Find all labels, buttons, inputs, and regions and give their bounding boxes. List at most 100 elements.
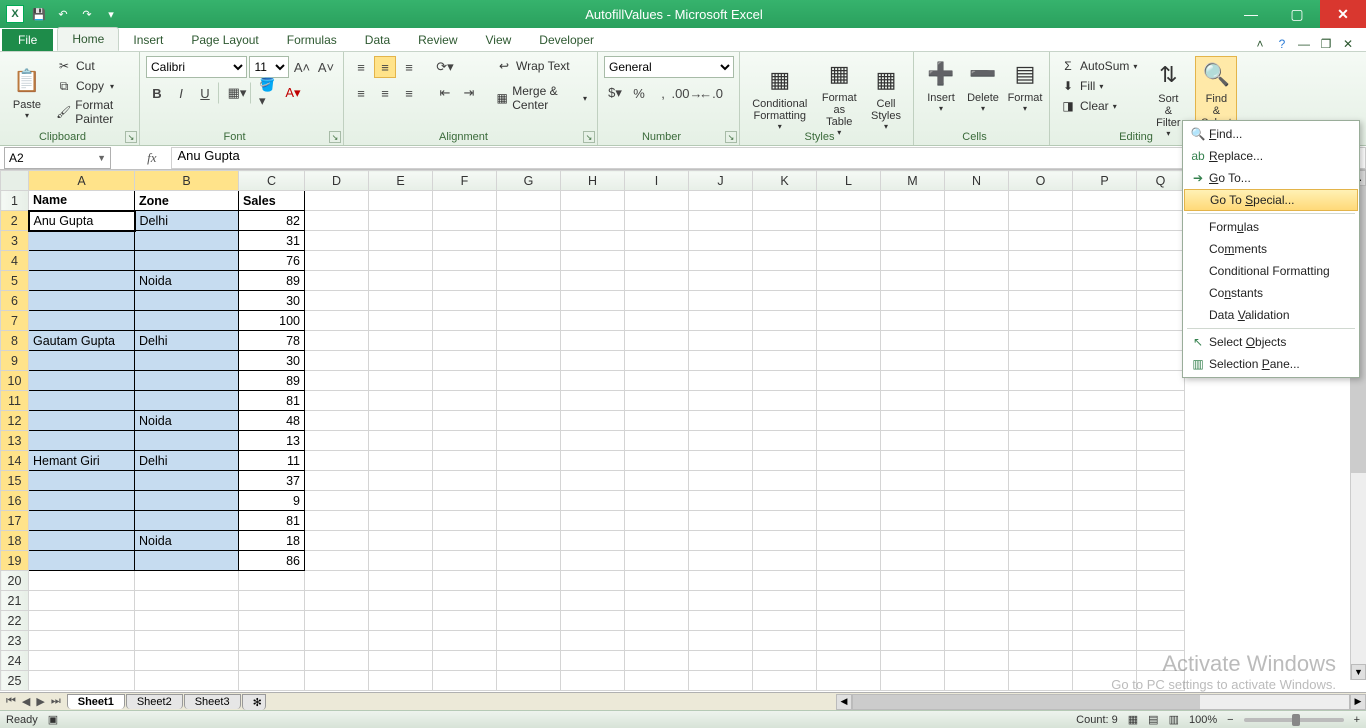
col-header-J[interactable]: J (689, 171, 753, 191)
cell-B10[interactable] (135, 371, 239, 391)
cell-A25[interactable] (29, 671, 135, 691)
insert-cells-button[interactable]: ➕Insert▾ (920, 56, 962, 115)
cell-L15[interactable] (817, 471, 881, 491)
cell-L23[interactable] (817, 631, 881, 651)
row-header-21[interactable]: 21 (1, 591, 29, 611)
cell-H11[interactable] (561, 391, 625, 411)
cell-D15[interactable] (305, 471, 369, 491)
cell-C19[interactable]: 86 (239, 551, 305, 571)
cell-G1[interactable] (497, 191, 561, 211)
cell-L13[interactable] (817, 431, 881, 451)
cell-K23[interactable] (753, 631, 817, 651)
qat-customize-icon[interactable]: ▾ (102, 5, 120, 23)
cell-N21[interactable] (945, 591, 1009, 611)
cell-D1[interactable] (305, 191, 369, 211)
cell-O11[interactable] (1009, 391, 1073, 411)
cell-D13[interactable] (305, 431, 369, 451)
cell-K11[interactable] (753, 391, 817, 411)
cell-J5[interactable] (689, 271, 753, 291)
cell-A3[interactable] (29, 231, 135, 251)
cell-B2[interactable]: Delhi (135, 211, 239, 231)
cell-K24[interactable] (753, 651, 817, 671)
zoom-out-icon[interactable]: − (1227, 714, 1233, 726)
cell-F12[interactable] (433, 411, 497, 431)
cell-Q11[interactable] (1137, 391, 1185, 411)
cell-M18[interactable] (881, 531, 945, 551)
cell-L7[interactable] (817, 311, 881, 331)
cell-N1[interactable] (945, 191, 1009, 211)
row-header-3[interactable]: 3 (1, 231, 29, 251)
cell-B12[interactable]: Noida (135, 411, 239, 431)
cell-A18[interactable] (29, 531, 135, 551)
cell-J22[interactable] (689, 611, 753, 631)
cell-E9[interactable] (369, 351, 433, 371)
sheet-nav-prev-icon[interactable]: ◀ (20, 695, 32, 708)
cell-K20[interactable] (753, 571, 817, 591)
cell-M19[interactable] (881, 551, 945, 571)
cell-L4[interactable] (817, 251, 881, 271)
decrease-indent-icon[interactable]: ⇤ (434, 82, 456, 104)
cell-H12[interactable] (561, 411, 625, 431)
sheet-tab-2[interactable]: Sheet2 (126, 694, 183, 709)
cell-H17[interactable] (561, 511, 625, 531)
cell-L24[interactable] (817, 651, 881, 671)
cell-H10[interactable] (561, 371, 625, 391)
cell-G10[interactable] (497, 371, 561, 391)
cell-Q15[interactable] (1137, 471, 1185, 491)
tab-home[interactable]: Home (57, 27, 119, 51)
cell-F5[interactable] (433, 271, 497, 291)
zoom-slider[interactable] (1244, 718, 1344, 722)
row-header-1[interactable]: 1 (1, 191, 29, 211)
alignment-dialog-launcher[interactable]: ↘ (583, 131, 595, 143)
macro-record-icon[interactable]: ▣ (48, 713, 58, 726)
cell-M7[interactable] (881, 311, 945, 331)
cell-I20[interactable] (625, 571, 689, 591)
cell-I16[interactable] (625, 491, 689, 511)
cell-D10[interactable] (305, 371, 369, 391)
cell-G16[interactable] (497, 491, 561, 511)
cell-L11[interactable] (817, 391, 881, 411)
cell-N7[interactable] (945, 311, 1009, 331)
cell-J14[interactable] (689, 451, 753, 471)
col-header-M[interactable]: M (881, 171, 945, 191)
cell-D22[interactable] (305, 611, 369, 631)
cell-E23[interactable] (369, 631, 433, 651)
cell-P8[interactable] (1073, 331, 1137, 351)
cell-N14[interactable] (945, 451, 1009, 471)
cell-I12[interactable] (625, 411, 689, 431)
cell-M24[interactable] (881, 651, 945, 671)
cell-Q5[interactable] (1137, 271, 1185, 291)
worksheet-grid[interactable]: ABCDEFGHIJKLMNOPQ1NameZoneSales2Anu Gupt… (0, 170, 1366, 698)
cell-N20[interactable] (945, 571, 1009, 591)
cell-G12[interactable] (497, 411, 561, 431)
cell-N12[interactable] (945, 411, 1009, 431)
cell-D3[interactable] (305, 231, 369, 251)
cell-Q4[interactable] (1137, 251, 1185, 271)
cell-M23[interactable] (881, 631, 945, 651)
cell-J7[interactable] (689, 311, 753, 331)
conditional-formatting-button[interactable]: ▦Conditional Formatting▾ (746, 56, 814, 139)
cell-L6[interactable] (817, 291, 881, 311)
hscroll-right-icon[interactable]: ▶ (1350, 694, 1366, 710)
cell-P5[interactable] (1073, 271, 1137, 291)
cell-I3[interactable] (625, 231, 689, 251)
cell-P7[interactable] (1073, 311, 1137, 331)
cell-O16[interactable] (1009, 491, 1073, 511)
cell-P4[interactable] (1073, 251, 1137, 271)
cell-O14[interactable] (1009, 451, 1073, 471)
cell-K3[interactable] (753, 231, 817, 251)
cell-P22[interactable] (1073, 611, 1137, 631)
cell-A23[interactable] (29, 631, 135, 651)
align-bottom-icon[interactable]: ≡ (398, 56, 420, 78)
cell-E2[interactable] (369, 211, 433, 231)
cell-F9[interactable] (433, 351, 497, 371)
increase-font-icon[interactable]: A˄ (291, 56, 313, 78)
cell-J17[interactable] (689, 511, 753, 531)
cell-I11[interactable] (625, 391, 689, 411)
cell-K6[interactable] (753, 291, 817, 311)
cell-B23[interactable] (135, 631, 239, 651)
cell-L1[interactable] (817, 191, 881, 211)
underline-button[interactable]: U (194, 82, 216, 104)
number-dialog-launcher[interactable]: ↘ (725, 131, 737, 143)
cell-F11[interactable] (433, 391, 497, 411)
